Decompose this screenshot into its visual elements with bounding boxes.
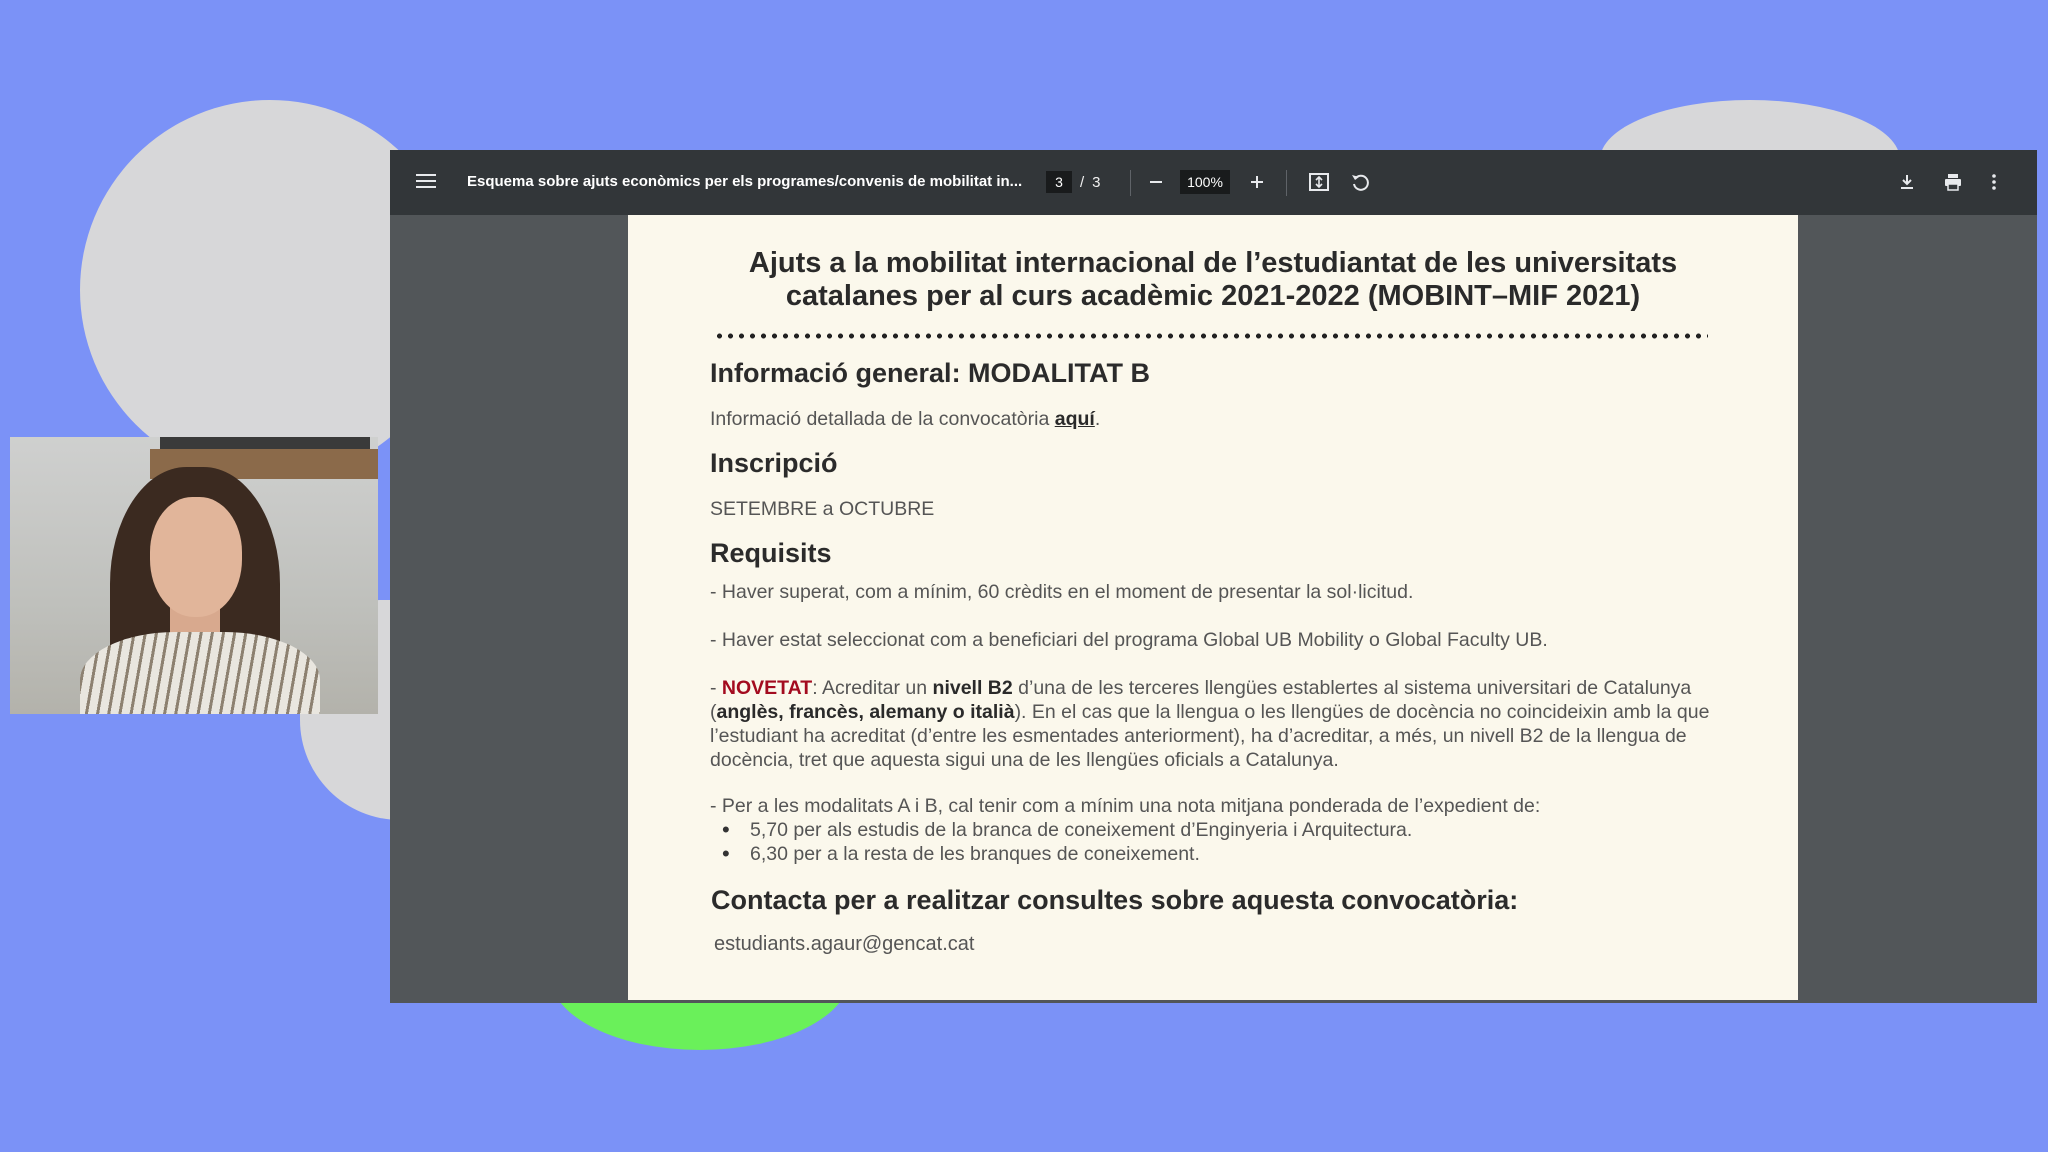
- grade-list: 5,70 per als estudis de la branca de con…: [710, 818, 1412, 866]
- zoom-level-input[interactable]: 100%: [1180, 170, 1230, 194]
- pdf-page: Ajuts a la mobilitat internacional de l’…: [628, 215, 1798, 1000]
- minus-icon[interactable]: [1142, 168, 1170, 196]
- download-icon[interactable]: [1893, 168, 1921, 196]
- title-line: Ajuts a la mobilitat internacional de l’…: [748, 247, 1678, 279]
- section-heading-inscripcio: Inscripció: [710, 448, 838, 478]
- req-bold: nivell B2: [932, 677, 1013, 699]
- toolbar-divider: [1286, 170, 1287, 196]
- general-text-end: .: [1094, 408, 1101, 430]
- document-title: Esquema sobre ajuts econòmics per els pr…: [467, 173, 1023, 190]
- page-number-input[interactable]: 3: [1046, 171, 1072, 193]
- requirement-item: - NOVETAT: Acreditar un nivell B2 d’una …: [710, 676, 1730, 772]
- print-icon[interactable]: [1939, 168, 1967, 196]
- toolbar-divider: [1130, 170, 1131, 196]
- list-item: 6,30 per a la resta de les branques de c…: [710, 842, 1412, 866]
- req-bold: anglès, francès, alemany o italià: [716, 701, 1015, 723]
- requirement-item: - Haver superat, com a mínim, 60 crèdits…: [710, 581, 1414, 603]
- pdf-toolbar: Esquema sobre ajuts econòmics per els pr…: [390, 150, 2037, 215]
- presenter-face: [150, 497, 242, 617]
- dotted-divider: [714, 333, 1708, 339]
- rotate-icon[interactable]: [1346, 168, 1374, 196]
- section-heading-requisits: Requisits: [710, 538, 832, 568]
- req-dash: -: [710, 677, 722, 699]
- plus-icon[interactable]: [1243, 168, 1271, 196]
- section-heading-general: Informació general: MODALITAT B: [710, 358, 1151, 388]
- list-item: 5,70 per als estudis de la branca de con…: [710, 818, 1412, 842]
- page-indicator: 3 / 3: [1046, 170, 1101, 194]
- general-info-text: Informació detallada de la convocatòria …: [710, 407, 1730, 431]
- page-total: 3: [1092, 173, 1101, 191]
- presenter-body: [80, 632, 320, 714]
- contact-email: estudiants.agaur@gencat.cat: [714, 933, 975, 955]
- general-text: Informació detallada de la convocatòria: [710, 408, 1055, 430]
- menu-icon[interactable]: [414, 170, 438, 194]
- inscripcio-text: SETEMBRE a OCTUBRE: [710, 498, 935, 520]
- fit-page-icon[interactable]: [1305, 168, 1333, 196]
- webcam-video: [10, 437, 378, 714]
- title-line: catalanes per al curs acadèmic 2021-2022…: [785, 280, 1641, 312]
- more-vert-icon[interactable]: [1980, 168, 2008, 196]
- page-separator: /: [1080, 173, 1085, 191]
- details-link[interactable]: aquí: [1055, 408, 1095, 430]
- pdf-viewer: Esquema sobre ajuts econòmics per els pr…: [390, 150, 2037, 1003]
- requirement-item: - Per a les modalitats A i B, cal tenir …: [710, 795, 1541, 817]
- novetat-label: NOVETAT: [721, 677, 813, 699]
- requirement-item: - Haver estat seleccionat com a benefici…: [710, 629, 1548, 651]
- page-title: Ajuts a la mobilitat internacional de l’…: [688, 247, 1738, 313]
- section-heading-contact: Contacta per a realitzar consultes sobre…: [711, 885, 1519, 915]
- req-text: : Acreditar un: [812, 677, 933, 699]
